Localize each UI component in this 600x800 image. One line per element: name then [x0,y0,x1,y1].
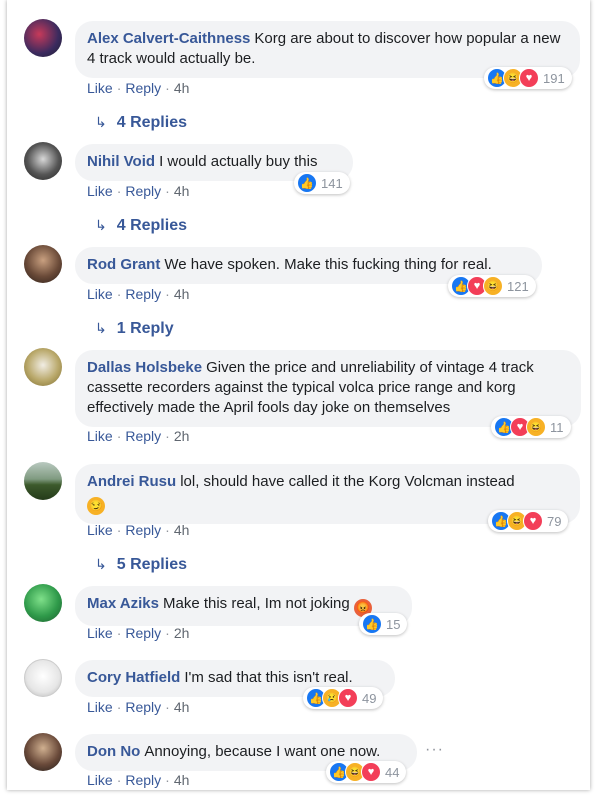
comment-actions: Like · Reply · 4h [87,286,190,302]
comment-text: Make this real, Im not joking [162,595,350,612]
replies-label: 4 Replies [116,114,187,131]
like-button[interactable]: Like [87,80,113,96]
reaction-summary[interactable]: 👍 😢 ♥ 49 [303,687,384,709]
reaction-summary[interactable]: 👍 😆 ♥ 191 [484,67,572,89]
comment-text: Annoying, because I want one now. [144,743,381,760]
reaction-summary[interactable]: 👍 ♥ 😆 121 [448,275,536,297]
like-button[interactable]: Like [87,522,113,538]
reply-arrow-icon: ↳ [95,114,107,130]
haha-icon: 😆 [483,276,503,296]
avatar[interactable] [24,584,62,622]
grin-emoji-icon: 😏 [87,497,105,515]
comment-actions: Like · Reply · 4h [87,772,190,788]
reply-arrow-icon: ↳ [95,217,107,233]
reaction-count: 49 [362,690,377,706]
avatar[interactable] [24,19,62,57]
reaction-summary[interactable]: 👍 ♥ 😆 11 [491,416,571,438]
haha-icon: 😆 [526,417,546,437]
replies-label: 4 Replies [116,217,187,234]
comment-author[interactable]: Cory Hatfield [87,669,180,686]
like-button[interactable]: Like [87,428,113,444]
comment-time[interactable]: 4h [174,699,190,715]
reply-button[interactable]: Reply [125,522,161,538]
avatar[interactable] [24,659,62,697]
comment-text: I would actually buy this [159,153,318,170]
comment-actions: Like · Reply · 2h [87,428,190,444]
replies-label: 5 Replies [116,556,187,573]
like-button[interactable]: Like [87,772,113,788]
like-icon: 👍 [362,614,382,634]
reaction-count: 44 [385,764,400,780]
comment-author[interactable]: Andrei Rusu [87,473,176,490]
reply-button[interactable]: Reply [125,183,161,199]
view-replies-link[interactable]: ↳ 1 Reply [95,320,174,338]
comment-author[interactable]: Max Aziks [87,595,159,612]
reply-button[interactable]: Reply [125,286,161,302]
avatar[interactable] [24,348,62,386]
like-button[interactable]: Like [87,625,113,641]
love-icon: ♥ [361,762,381,782]
reaction-summary[interactable]: 👍 😆 ♥ 79 [488,510,569,532]
reply-arrow-icon: ↳ [95,556,107,572]
like-button[interactable]: Like [87,699,113,715]
love-icon: ♥ [338,688,358,708]
comment-actions: Like · Reply · 4h [87,699,190,715]
comments-panel: Alex Calvert-Caithness Korg are about to … [7,0,590,790]
love-icon: ♥ [523,511,543,531]
avatar[interactable] [24,462,62,500]
comment-author[interactable]: Rod Grant [87,256,160,273]
reaction-summary[interactable]: 👍 141 [294,172,350,194]
view-replies-link[interactable]: ↳ 4 Replies [95,217,187,235]
comment-actions: Like · Reply · 4h [87,80,190,96]
avatar[interactable] [24,142,62,180]
comment-author[interactable]: Dallas Holsbeke [87,359,202,376]
comment-text: lol, should have called it the Korg Volc… [180,473,515,490]
comment-time[interactable]: 4h [174,772,190,788]
comment-actions: Like · Reply · 4h [87,522,190,538]
like-button[interactable]: Like [87,183,113,199]
comment-author[interactable]: Nihil Void [87,153,155,170]
comment-actions: Like · Reply · 2h [87,625,190,641]
reaction-summary[interactable]: 👍 15 [359,613,408,635]
reply-button[interactable]: Reply [125,428,161,444]
comment-time[interactable]: 4h [174,183,190,199]
reply-button[interactable]: Reply [125,699,161,715]
comment-time[interactable]: 4h [174,286,190,302]
reaction-count: 141 [321,175,343,191]
comment-actions: Like · Reply · 4h [87,183,190,199]
avatar[interactable] [24,245,62,283]
comment-author[interactable]: Don No [87,743,140,760]
reaction-count: 121 [507,278,529,294]
reply-arrow-icon: ↳ [95,320,107,336]
replies-label: 1 Reply [116,320,174,337]
love-icon: ♥ [519,68,539,88]
reply-button[interactable]: Reply [125,772,161,788]
reaction-count: 79 [547,513,562,529]
view-replies-link[interactable]: ↳ 5 Replies [95,556,187,574]
reaction-count: 15 [386,616,401,632]
more-options-icon[interactable]: ··· [425,741,444,759]
comment-author[interactable]: Alex Calvert-Caithness [87,30,250,47]
reaction-summary[interactable]: 👍 😆 ♥ 44 [326,761,407,783]
view-replies-link[interactable]: ↳ 4 Replies [95,114,187,132]
reaction-count: 191 [543,70,565,86]
like-button[interactable]: Like [87,286,113,302]
comment-text: I'm sad that this isn't real. [184,669,353,686]
comment-text: We have spoken. Make this fucking thing … [164,256,492,273]
comment-time[interactable]: 2h [174,428,190,444]
reply-button[interactable]: Reply [125,80,161,96]
reaction-count: 11 [550,419,564,435]
comment-time[interactable]: 4h [174,522,190,538]
like-icon: 👍 [297,173,317,193]
comment-time[interactable]: 4h [174,80,190,96]
avatar[interactable] [24,733,62,771]
reply-button[interactable]: Reply [125,625,161,641]
comment-time[interactable]: 2h [174,625,190,641]
